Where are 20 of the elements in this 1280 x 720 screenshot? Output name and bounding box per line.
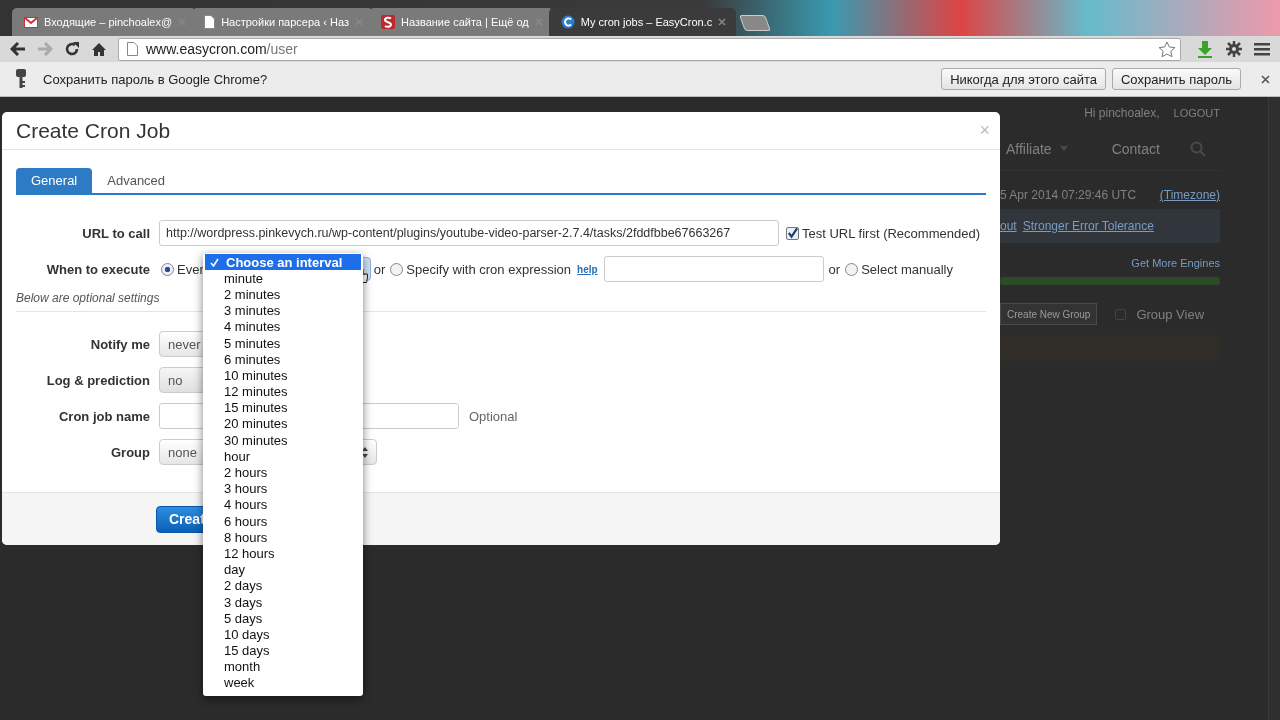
or-text: or: [373, 261, 386, 277]
time-text: 5 Apr 2014 07:29:46 UTC: [1000, 188, 1137, 202]
field-label: URL to call: [81, 225, 150, 241]
checkbox-label: Test URL first (Recommended): [802, 225, 980, 241]
or-text: or: [828, 261, 841, 277]
greeting-text: Hi pinchoalex,: [1084, 106, 1160, 120]
checkbox-label: Group View: [1136, 306, 1205, 322]
dialog-title: Create Cron Job: [16, 118, 171, 143]
radio-label: Select manually: [861, 261, 953, 277]
infobar-message: Сохранить пароль в Google Chrome?: [43, 71, 268, 87]
section-note: Below are optional settings: [16, 291, 160, 305]
field-label: Group: [110, 444, 150, 460]
field-label: Cron job name: [58, 408, 150, 424]
radio-label: Specify with cron expression: [406, 261, 572, 277]
field-label: When to execute: [45, 261, 150, 277]
field-label: Log & prediction: [45, 372, 150, 388]
radio-label: Ever: [177, 261, 204, 277]
address-text: www.easycron.com/user: [146, 41, 299, 57]
field-label: Notify me: [89, 336, 150, 352]
hint-text: Optional: [469, 408, 518, 424]
